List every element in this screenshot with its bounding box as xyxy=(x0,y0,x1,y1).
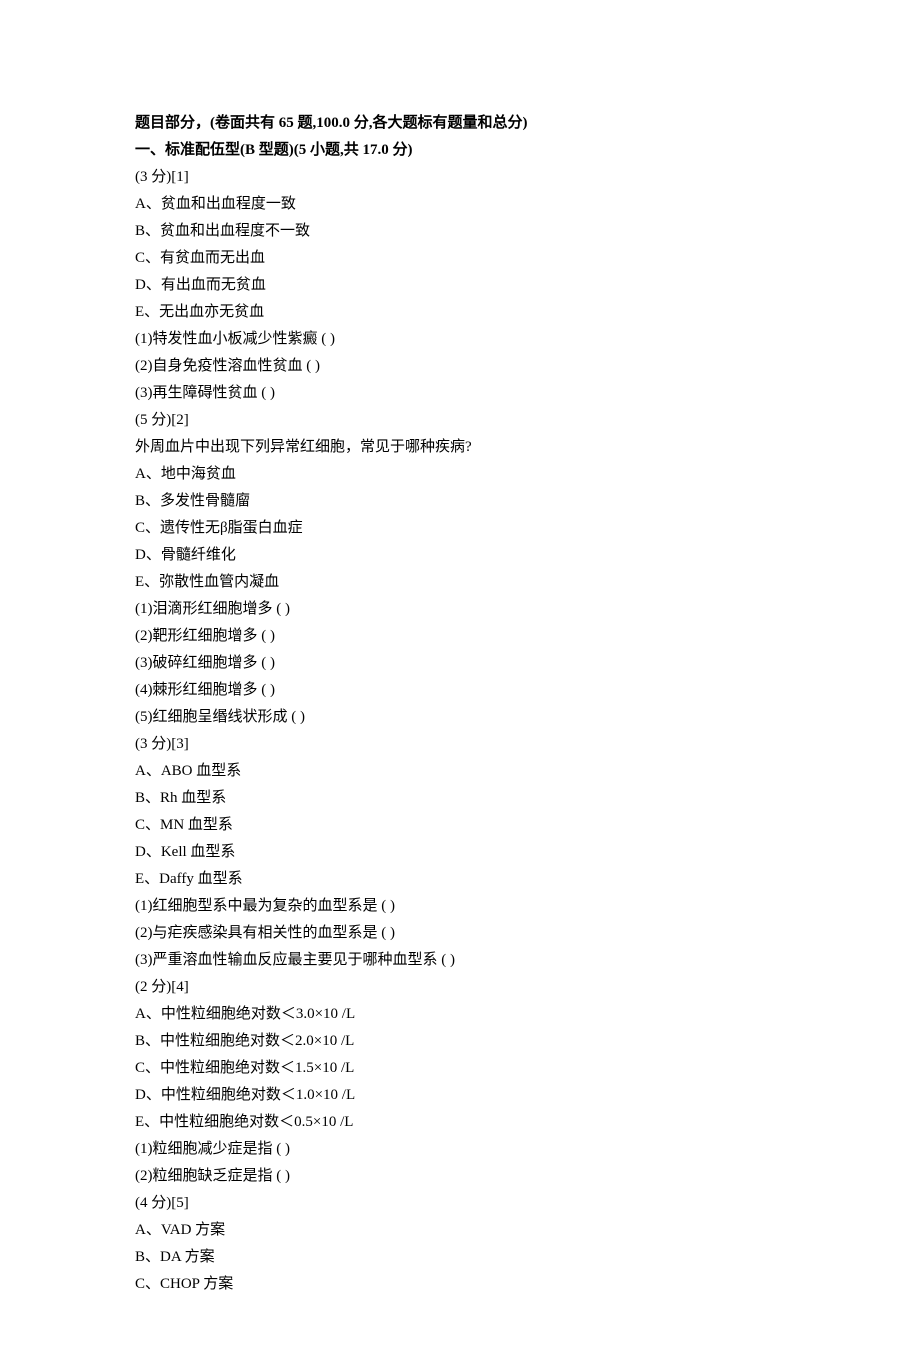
q3-score: (3 分)[3] xyxy=(135,731,785,758)
q4-sub-2: (2)粒细胞缺乏症是指 ( ) xyxy=(135,1163,785,1190)
q3-option-b: B、Rh 血型系 xyxy=(135,785,785,812)
q4-option-b: B、中性粒细胞绝对数＜2.0×10 /L xyxy=(135,1028,785,1055)
q2-sub-1: (1)泪滴形红细胞增多 ( ) xyxy=(135,596,785,623)
q2-sub-4: (4)棘形红细胞增多 ( ) xyxy=(135,677,785,704)
q3-option-d: D、Kell 血型系 xyxy=(135,839,785,866)
q3-sub-2: (2)与疟疾感染具有相关性的血型系是 ( ) xyxy=(135,920,785,947)
q1-option-a: A、贫血和出血程度一致 xyxy=(135,191,785,218)
q3-sub-1: (1)红细胞型系中最为复杂的血型系是 ( ) xyxy=(135,893,785,920)
q2-option-d: D、骨髓纤维化 xyxy=(135,542,785,569)
q5-option-c: C、CHOP 方案 xyxy=(135,1271,785,1298)
q2-option-a: A、地中海贫血 xyxy=(135,461,785,488)
q2-option-b: B、多发性骨髓廇 xyxy=(135,488,785,515)
q3-option-c: C、MN 血型系 xyxy=(135,812,785,839)
q5-score: (4 分)[5] xyxy=(135,1190,785,1217)
q2-option-c: C、遗传性无β脂蛋白血症 xyxy=(135,515,785,542)
q3-option-a: A、ABO 血型系 xyxy=(135,758,785,785)
q4-option-e: E、中性粒细胞绝对数＜0.5×10 /L xyxy=(135,1109,785,1136)
q5-option-b: B、DA 方案 xyxy=(135,1244,785,1271)
q2-sub-5: (5)红细胞呈缗线状形成 ( ) xyxy=(135,704,785,731)
q4-option-c: C、中性粒细胞绝对数＜1.5×10 /L xyxy=(135,1055,785,1082)
q3-option-e: E、Daffy 血型系 xyxy=(135,866,785,893)
q5-option-a: A、VAD 方案 xyxy=(135,1217,785,1244)
q1-option-b: B、贫血和出血程度不一致 xyxy=(135,218,785,245)
q2-sub-2: (2)靶形红细胞增多 ( ) xyxy=(135,623,785,650)
q4-score: (2 分)[4] xyxy=(135,974,785,1001)
q4-option-d: D、中性粒细胞绝对数＜1.0×10 /L xyxy=(135,1082,785,1109)
q1-score: (3 分)[1] xyxy=(135,164,785,191)
q4-sub-1: (1)粒细胞减少症是指 ( ) xyxy=(135,1136,785,1163)
q3-sub-3: (3)严重溶血性输血反应最主要见于哪种血型系 ( ) xyxy=(135,947,785,974)
document-page: 题目部分，(卷面共有 65 题,100.0 分,各大题标有题量和总分) 一、标准… xyxy=(0,0,920,1358)
header-line: 题目部分，(卷面共有 65 题,100.0 分,各大题标有题量和总分) xyxy=(135,110,785,137)
q2-option-e: E、弥散性血管内凝血 xyxy=(135,569,785,596)
q1-sub-3: (3)再生障碍性贫血 ( ) xyxy=(135,380,785,407)
q1-sub-1: (1)特发性血小板减少性紫癜 ( ) xyxy=(135,326,785,353)
q2-score: (5 分)[2] xyxy=(135,407,785,434)
q1-sub-2: (2)自身免疫性溶血性贫血 ( ) xyxy=(135,353,785,380)
q2-sub-3: (3)破碎红细胞增多 ( ) xyxy=(135,650,785,677)
q4-option-a: A、中性粒细胞绝对数＜3.0×10 /L xyxy=(135,1001,785,1028)
q2-stem: 外周血片中出现下列异常红细胞，常见于哪种疾病? xyxy=(135,434,785,461)
q1-option-d: D、有出血而无贫血 xyxy=(135,272,785,299)
section-title: 一、标准配伍型(B 型题)(5 小题,共 17.0 分) xyxy=(135,137,785,164)
q1-option-e: E、无出血亦无贫血 xyxy=(135,299,785,326)
q1-option-c: C、有贫血而无出血 xyxy=(135,245,785,272)
